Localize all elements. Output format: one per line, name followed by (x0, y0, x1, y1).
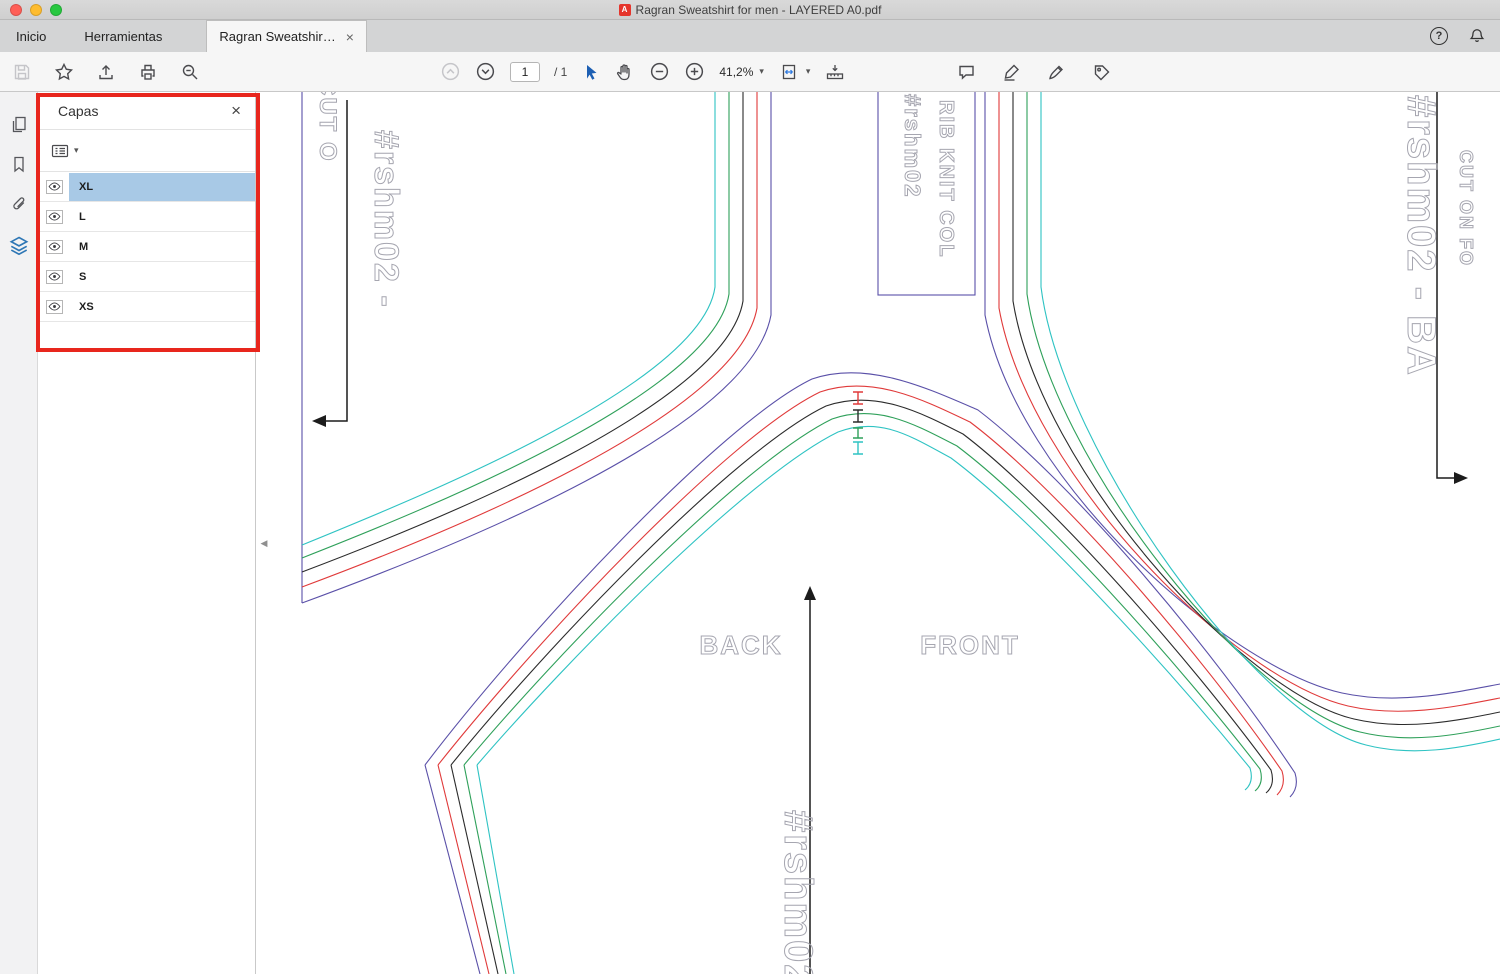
star-icon[interactable] (54, 59, 74, 85)
collapse-panel-icon[interactable]: ◀ (257, 530, 271, 556)
layer-visibility-eye-icon[interactable] (46, 179, 63, 194)
pattern-labels: CUT O #rshm02 - #rshm02 RIB KNIT COL #rs… (314, 92, 1477, 974)
layer-options-menu[interactable]: ▾ (50, 141, 79, 161)
layer-visibility-eye-icon[interactable] (46, 209, 63, 224)
navigation-pane-strip (0, 92, 38, 974)
page-total-label: / 1 (554, 64, 568, 79)
back-label: BACK (699, 630, 782, 660)
share-upload-icon[interactable] (96, 59, 116, 85)
layer-label: L (79, 210, 86, 223)
cut-on-fold-left-label: CUT O (314, 92, 341, 163)
pdf-doc-icon: A (618, 4, 631, 16)
right-piece-code-label: #rshm02 - BA (1399, 95, 1443, 377)
neckband-piece (877, 92, 976, 296)
comment-tool-icon[interactable] (956, 59, 977, 85)
layer-row-xs[interactable]: XS (38, 292, 255, 322)
page-number-input[interactable] (510, 61, 540, 82)
layer-label: M (79, 240, 89, 253)
close-panel-icon[interactable]: × (231, 102, 241, 119)
layer-label: XS (79, 300, 94, 313)
grain-arrows (312, 92, 1468, 974)
titlebar: A Ragran Sweatshirt for men - LAYERED A0… (0, 0, 1500, 20)
highlighter-tool-icon[interactable] (1001, 59, 1022, 85)
sleeve-code-label: #rshm02 - (776, 810, 820, 974)
front-label: FRONT (920, 630, 1020, 660)
layers-panel-title: Capas (58, 102, 99, 119)
neckband-code-label: #rshm02 (900, 94, 925, 199)
zoom-in-icon[interactable] (684, 59, 705, 85)
save-icon[interactable] (12, 59, 32, 85)
search-zoom-icon[interactable] (180, 59, 200, 85)
select-tool-icon[interactable] (581, 59, 601, 85)
layer-visibility-eye-icon[interactable] (46, 239, 63, 254)
chevron-down-icon: ▾ (74, 145, 79, 155)
chevron-down-icon: ▾ (805, 66, 811, 76)
document-view[interactable]: CUT O #rshm02 - #rshm02 RIB KNIT COL #rs… (256, 92, 1500, 974)
help-icon[interactable]: ? (1430, 27, 1448, 45)
zoom-level-dropdown[interactable]: 41,2% ▾ (719, 65, 764, 79)
layer-row-s[interactable]: S (38, 262, 255, 292)
close-tab-icon[interactable]: × (346, 30, 354, 44)
tab-document-label: Ragran Sweatshir… (219, 29, 336, 44)
size-notches (853, 391, 863, 455)
page-fit-dropdown[interactable]: ▾ (778, 62, 811, 82)
neckband-name-label: RIB KNIT COL (935, 100, 957, 258)
layer-row-l[interactable]: L (38, 202, 255, 232)
fill-sign-pen-icon[interactable] (1046, 59, 1067, 85)
layer-row-xl[interactable]: XL (38, 172, 255, 202)
print-icon[interactable] (138, 59, 158, 85)
layers-icon[interactable] (8, 234, 30, 256)
page-thumbnails-icon[interactable] (9, 114, 29, 134)
left-piece-code-label: #rshm02 - (367, 130, 405, 309)
hand-tool-icon[interactable] (615, 59, 635, 85)
layer-visibility-eye-icon[interactable] (46, 299, 63, 314)
tab-home[interactable]: Inicio (6, 20, 56, 52)
pattern-drawing: CUT O #rshm02 - #rshm02 RIB KNIT COL #rs… (301, 92, 1500, 974)
attachments-paperclip-icon[interactable] (9, 194, 29, 214)
notifications-bell-icon[interactable] (1468, 27, 1486, 45)
main-toolbar: / 1 41,2% ▾ (0, 52, 1500, 92)
layer-label: S (79, 270, 87, 283)
chevron-down-icon: ▾ (759, 66, 764, 76)
bookmarks-icon[interactable] (9, 154, 29, 174)
tab-tools[interactable]: Herramientas (74, 20, 172, 52)
zoom-level-value: 41,2% (719, 64, 754, 79)
window-title: Ragran Sweatshirt for men - LAYERED A0.p… (635, 3, 882, 17)
measure-tool-icon[interactable] (824, 59, 846, 85)
tab-document[interactable]: Ragran Sweatshir… × (206, 20, 367, 52)
cut-on-fold-right-label: CUT ON FO (1456, 150, 1476, 267)
tab-bar: Inicio Herramientas Ragran Sweatshir… × … (0, 20, 1500, 52)
next-page-icon[interactable] (475, 59, 496, 85)
zoom-out-icon[interactable] (649, 59, 670, 85)
previous-page-icon[interactable] (440, 59, 461, 85)
layer-label: XL (79, 180, 94, 193)
sleeve-piece-curves (424, 372, 1297, 974)
layer-visibility-eye-icon[interactable] (46, 269, 63, 284)
stamp-tag-icon[interactable] (1091, 59, 1112, 85)
layer-row-m[interactable]: M (38, 232, 255, 262)
layers-panel: Capas × ▾ XL L M S XS (38, 92, 256, 974)
